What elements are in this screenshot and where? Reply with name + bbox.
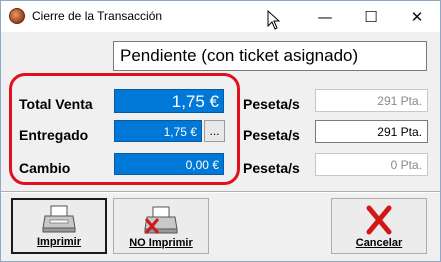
- title-bar[interactable]: Cierre de la Transacción — ☐ ✕: [1, 1, 440, 32]
- close-button[interactable]: ✕: [394, 1, 440, 32]
- total-venta-field: 1,75 €: [114, 89, 224, 113]
- minimize-button[interactable]: —: [302, 1, 348, 32]
- entregado-browse-button[interactable]: ...: [204, 120, 225, 142]
- total-venta-label: Total Venta: [19, 96, 93, 112]
- cambio-field: 0,00 €: [114, 153, 224, 175]
- entregado-label: Entregado: [19, 127, 89, 143]
- cambio-label: Cambio: [19, 160, 71, 176]
- print-button-label: Imprimir: [36, 236, 81, 248]
- divider: [1, 191, 440, 193]
- cancel-button-label: Cancelar: [355, 237, 403, 249]
- print-button[interactable]: Imprimir: [11, 198, 107, 254]
- maximize-button[interactable]: ☐: [348, 1, 394, 32]
- mouse-cursor-icon: [267, 10, 281, 30]
- entregado-field[interactable]: 1,75 €: [114, 120, 202, 142]
- peseta-label-cambio: Peseta/s: [243, 160, 300, 176]
- pesetas-cambio-field: 0 Pta.: [315, 153, 428, 176]
- peseta-label-total: Peseta/s: [243, 96, 300, 112]
- peseta-label-entregado: Peseta/s: [243, 127, 300, 143]
- printer-icon: [42, 205, 76, 233]
- printer-cancel-icon: [144, 206, 178, 234]
- window-title: Cierre de la Transacción: [32, 9, 163, 23]
- pesetas-entregado-field[interactable]: 291 Pta.: [315, 120, 428, 143]
- cancel-x-icon: [366, 205, 392, 235]
- app-icon: [9, 8, 25, 24]
- pesetas-total-field: 291 Pta.: [315, 89, 428, 112]
- cancel-button[interactable]: Cancelar: [331, 198, 427, 254]
- no-print-button[interactable]: NO Imprimir: [113, 198, 209, 254]
- transaction-close-dialog: Cierre de la Transacción — ☐ ✕ Pendiente…: [0, 0, 441, 262]
- transaction-status: Pendiente (con ticket asignado): [113, 41, 427, 71]
- no-print-button-label: NO Imprimir: [129, 237, 193, 249]
